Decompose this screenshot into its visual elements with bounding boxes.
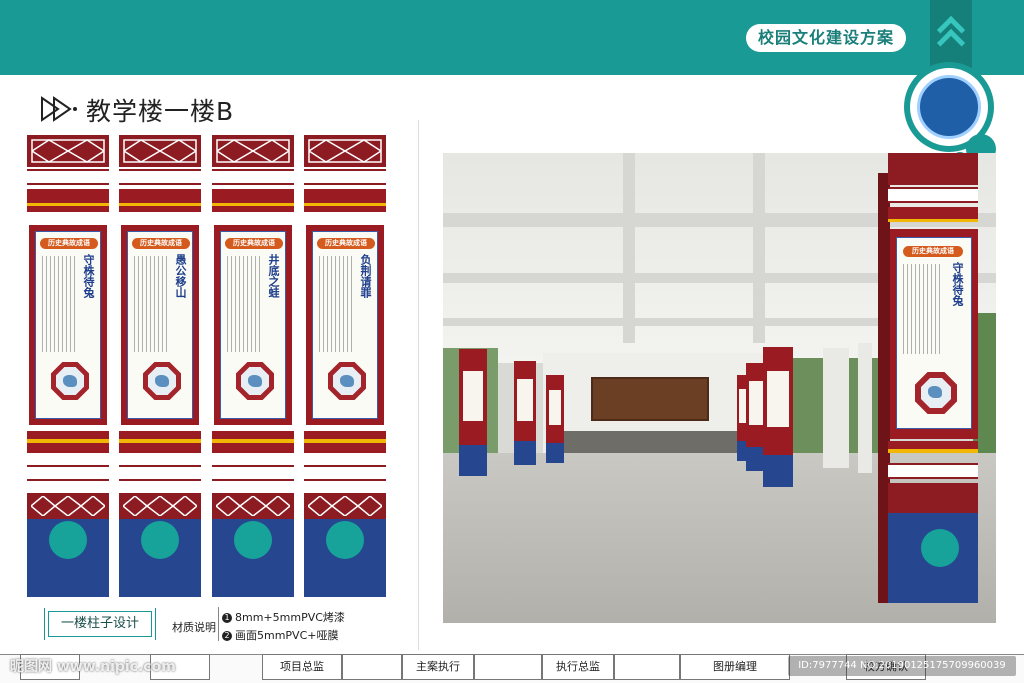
footer-cell-exec-director: 执行总监 — [542, 654, 614, 680]
footer-cell-blank — [474, 654, 542, 680]
pillar-tag: 历史典故成语 — [317, 238, 375, 249]
installed-pillar — [763, 347, 793, 487]
decor-dot — [921, 529, 959, 567]
footer-cell-album-editor: 图册编理 — [680, 654, 790, 680]
pillar-design-2: 历史典故成语 愚公移山 — [119, 135, 201, 597]
pillar-story-text — [42, 256, 76, 352]
pillar-heading: 愚公移山 — [174, 254, 187, 298]
footer-cell-lead-designer: 主案执行 — [402, 654, 474, 680]
material-item-2: 2 画面5mmPVC+哑膜 — [222, 627, 339, 643]
site-photo: 历史典故成语 守株待兔 — [443, 153, 996, 623]
pillar-design-3: 历史典故成语 井底之蛙 — [212, 135, 294, 597]
pillar-illustration — [241, 367, 269, 395]
pillar-story-text — [134, 256, 168, 352]
decor-dot — [49, 521, 87, 559]
installed-pillar — [514, 361, 536, 465]
play-arrows-icon — [41, 96, 77, 122]
pillar-illustration — [921, 378, 951, 408]
pillar-illustration — [56, 367, 84, 395]
divider — [418, 120, 419, 650]
pillar-story-text — [319, 256, 353, 352]
pillar-story-text — [903, 264, 943, 354]
footer-cell-blank — [342, 654, 402, 680]
materials-label: 材质说明 — [172, 621, 216, 634]
material-item-1: 1 8mm+5mmPVC烤漆 — [222, 609, 345, 625]
page-title: 教学楼一楼B — [86, 97, 235, 126]
pillar-story-text — [227, 256, 261, 352]
pillar-heading: 守株待兔 — [951, 262, 964, 306]
design-label: 一楼柱子设计 — [44, 608, 156, 640]
pillar-illustration — [333, 367, 361, 395]
chevron-up-icon — [930, 0, 972, 70]
pillar-design-4: 历史典故成语 负荆请罪 — [304, 135, 386, 597]
watermark-left: 昵图网 www.nipic.com — [10, 659, 176, 675]
pillar-illustration — [148, 367, 176, 395]
decor-dot — [141, 521, 179, 559]
installed-pillar-closeup: 历史典故成语 守株待兔 — [878, 153, 978, 603]
footer-cell-blank — [614, 654, 680, 680]
installed-pillar — [459, 349, 487, 476]
pillar-tag: 历史典故成语 — [40, 238, 98, 249]
pillar-heading: 守株待兔 — [82, 254, 95, 298]
watermark-right: ID:7977744 NO:20190125175709960039 — [788, 656, 1016, 676]
header-title: 校园文化建设方案 — [745, 24, 906, 52]
pillar-tag: 历史典故成语 — [225, 238, 283, 249]
pillar-heading: 井底之蛙 — [267, 254, 280, 298]
footer-cell-project-director: 项目总监 — [262, 654, 342, 680]
decor-dot — [326, 521, 364, 559]
pillar-tag: 历史典故成语 — [132, 238, 190, 249]
divider — [218, 607, 219, 641]
pillar-tag: 历史典故成语 — [903, 246, 963, 257]
installed-pillar — [546, 375, 564, 463]
pillar-design-1: 历史典故成语 守株待兔 — [27, 135, 109, 597]
decor-circle — [917, 75, 981, 139]
wall-mural — [591, 377, 709, 421]
pillar-heading: 负荆请罪 — [359, 254, 372, 298]
decor-dot — [234, 521, 272, 559]
